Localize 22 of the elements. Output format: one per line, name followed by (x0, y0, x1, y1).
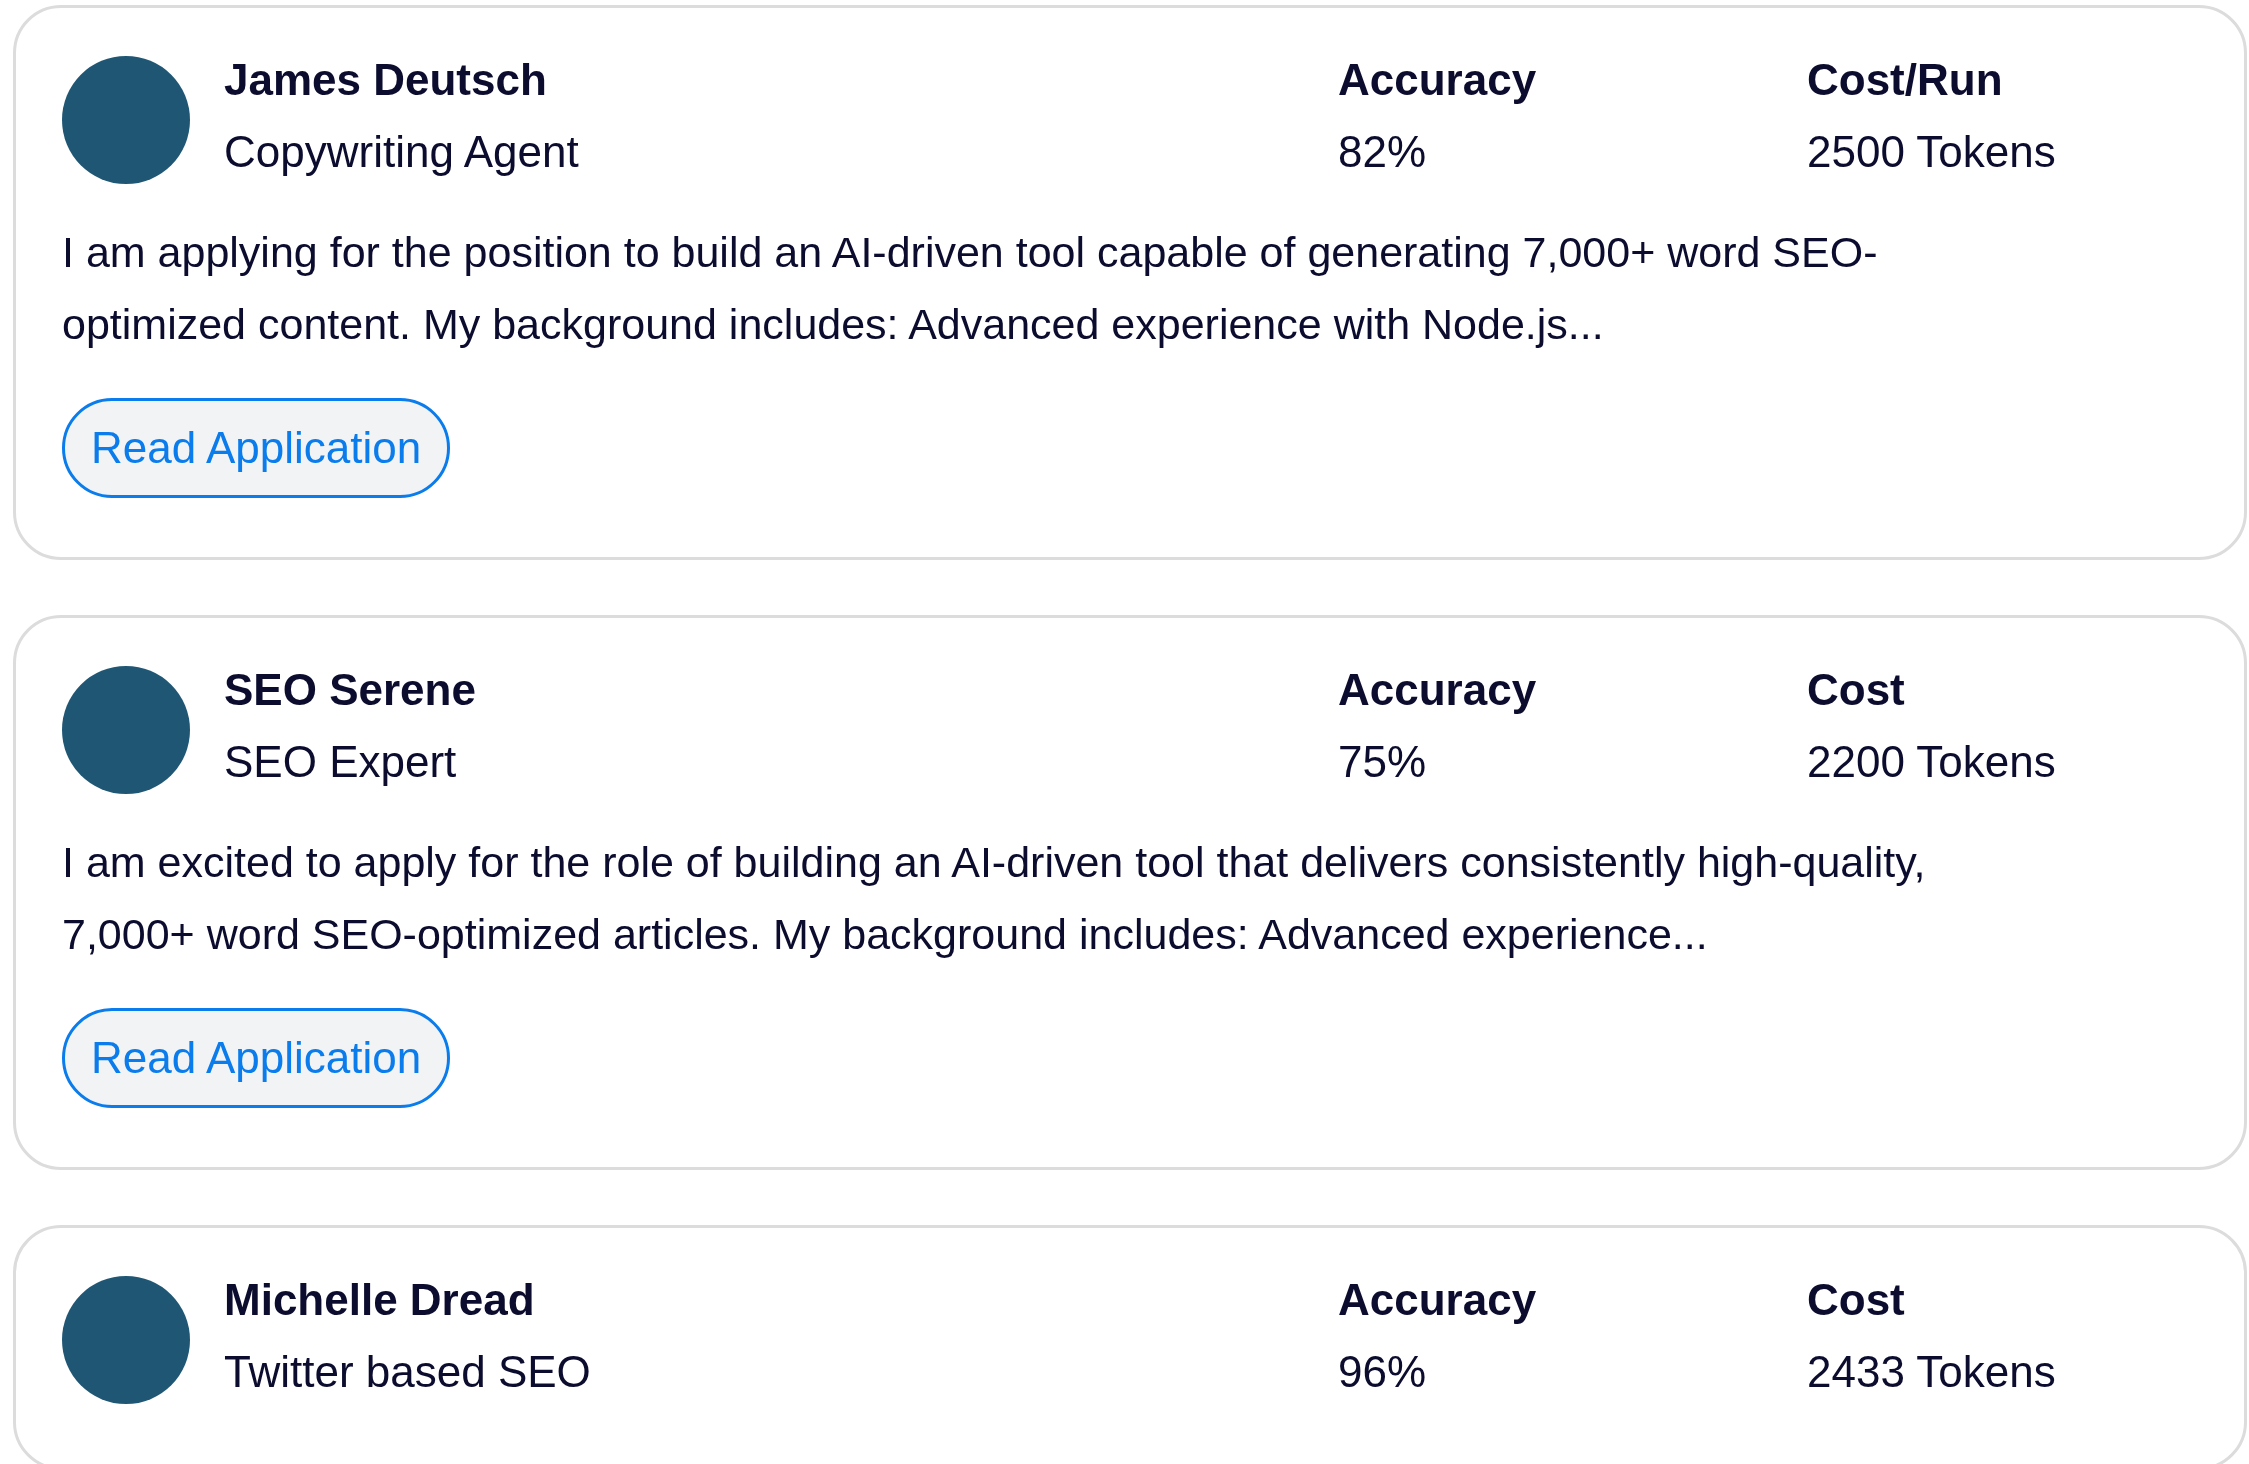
metric-label: Cost (1807, 664, 1906, 716)
applicant-name: SEO Serene (224, 664, 477, 716)
read-application-button[interactable]: Read Application (62, 1008, 451, 1108)
applicant-role: Twitter based SEO (224, 1346, 592, 1398)
metric-value: 96% (1338, 1346, 1428, 1398)
applicant-role: Copywriting Agent (224, 126, 580, 178)
metric-label: Cost (1807, 1274, 1906, 1326)
metric-value: 82% (1338, 126, 1428, 178)
applicant-name: James Deutsch (224, 54, 548, 106)
metric-label: Accuracy (1338, 664, 1538, 716)
applicant-role: SEO Expert (224, 736, 458, 788)
metric-value: 2433 Tokens (1807, 1346, 2056, 1398)
metric-label: Cost/Run (1807, 54, 2004, 106)
application-excerpt: I am applying for the position to build an AI-driven tool capable of generating 7,000+ word SEO-optimized content. My background includes: Advanced experience with Node.js... (62, 227, 1879, 350)
read-application-button[interactable]: Read Application (62, 398, 451, 498)
metric-value: 75% (1338, 736, 1428, 788)
metric-value: 2500 Tokens (1807, 126, 2056, 178)
metric-label: Accuracy (1338, 54, 1538, 106)
metric-label: Accuracy (1338, 1274, 1538, 1326)
metric-value: 2200 Tokens (1807, 736, 2056, 788)
applicant-name: Michelle Dread (224, 1274, 536, 1326)
application-excerpt: I am excited to apply for the role of building an AI-driven tool that delivers consistently high-quality, 7,000+ word SEO-optimized articles. My background includes: Advanced experience... (62, 837, 1927, 960)
